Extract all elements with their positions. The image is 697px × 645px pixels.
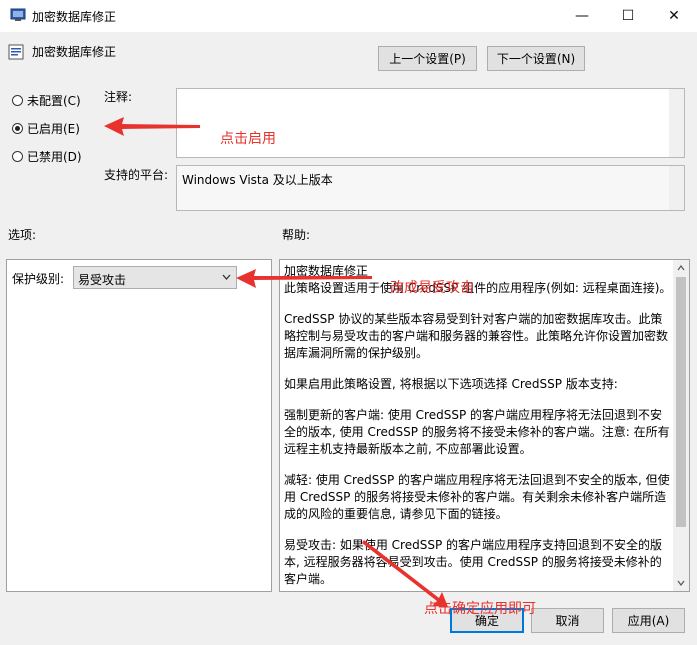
previous-setting-button[interactable]: 上一个设置(P) <box>378 46 477 71</box>
help-paragraph: 如果启用此策略设置, 将根据以下选项选择 CredSSP 版本支持: <box>284 377 618 391</box>
radio-label: 已启用(E) <box>27 122 80 136</box>
close-icon: ✕ <box>668 8 680 24</box>
protection-level-select[interactable]: 易受攻击 <box>73 266 237 289</box>
policy-window-icon <box>10 8 26 21</box>
radio-not-configured[interactable]: 未配置(C) <box>12 92 81 109</box>
annotation-enable: 点击启用 <box>220 131 276 147</box>
help-paragraph: 加密数据库修正 <box>284 264 369 278</box>
close-button[interactable]: ✕ <box>651 0 697 32</box>
platform-scrollbar[interactable] <box>669 166 684 210</box>
radio-circle-selected <box>12 123 23 134</box>
help-label: 帮助: <box>282 228 311 242</box>
policy-setting-icon <box>8 44 24 60</box>
platform-value: Windows Vista 及以上版本 <box>182 173 333 187</box>
help-paragraph: 易受攻击: 如果使用 CredSSP 的客户端应用程序支持回退到不安全的版本, … <box>284 538 663 586</box>
help-scrollbar[interactable] <box>673 260 689 591</box>
help-paragraph: 减轻: 使用 CredSSP 的客户端应用程序将无法回退到不安全的版本, 但使用… <box>284 473 670 521</box>
radio-circle <box>12 151 23 162</box>
help-scrollbar-thumb[interactable] <box>676 277 686 527</box>
window-title: 加密数据库修正 <box>32 10 117 24</box>
help-paragraph: CredSSP 协议的某些版本容易受到针对客户端的加密数据库攻击。此策略控制与易… <box>284 312 669 360</box>
help-panel: 加密数据库修正 此策略设置适用于使用 CredSSP 组件的应用程序(例如: 远… <box>279 259 690 592</box>
protection-level-value: 易受攻击 <box>78 273 127 287</box>
radio-label: 已禁用(D) <box>27 150 82 164</box>
minimize-button[interactable]: — <box>559 0 605 32</box>
maximize-icon: ☐ <box>621 8 635 24</box>
radio-enabled[interactable]: 已启用(E) <box>12 120 80 137</box>
protection-level-label: 保护级别: <box>12 272 65 286</box>
help-paragraph: 强制更新的客户端: 使用 CredSSP 的客户端应用程序将无法回退到不安全的版… <box>284 408 670 456</box>
minimize-icon: — <box>575 8 589 24</box>
apply-button[interactable]: 应用(A) <box>612 608 685 633</box>
comment-scrollbar[interactable] <box>669 89 684 157</box>
platform-label: 支持的平台: <box>104 168 169 182</box>
chevron-down-icon <box>222 274 231 280</box>
scroll-up-icon[interactable] <box>677 265 685 271</box>
radio-circle <box>12 95 23 106</box>
annotation-ok: 点击确定应用即可 <box>424 601 536 617</box>
policy-name: 加密数据库修正 <box>32 45 117 59</box>
options-label: 选项: <box>8 228 37 242</box>
options-panel <box>6 259 272 592</box>
annotation-vulnerable: 改成易受攻击 <box>390 280 474 296</box>
platform-box: Windows Vista 及以上版本 <box>176 165 685 211</box>
radio-disabled[interactable]: 已禁用(D) <box>12 148 82 165</box>
help-text: 加密数据库修正 此策略设置适用于使用 CredSSP 组件的应用程序(例如: 远… <box>284 263 672 591</box>
help-paragraph: 此策略设置适用于使用 CredSSP 组件的应用程序(例如: 远程桌面连接)。 <box>284 281 672 295</box>
scroll-down-icon[interactable] <box>677 580 685 586</box>
comment-label: 注释: <box>104 90 133 104</box>
radio-label: 未配置(C) <box>27 94 81 108</box>
cancel-button[interactable]: 取消 <box>531 608 604 633</box>
maximize-button[interactable]: ☐ <box>605 0 651 32</box>
next-setting-button[interactable]: 下一个设置(N) <box>487 46 585 71</box>
